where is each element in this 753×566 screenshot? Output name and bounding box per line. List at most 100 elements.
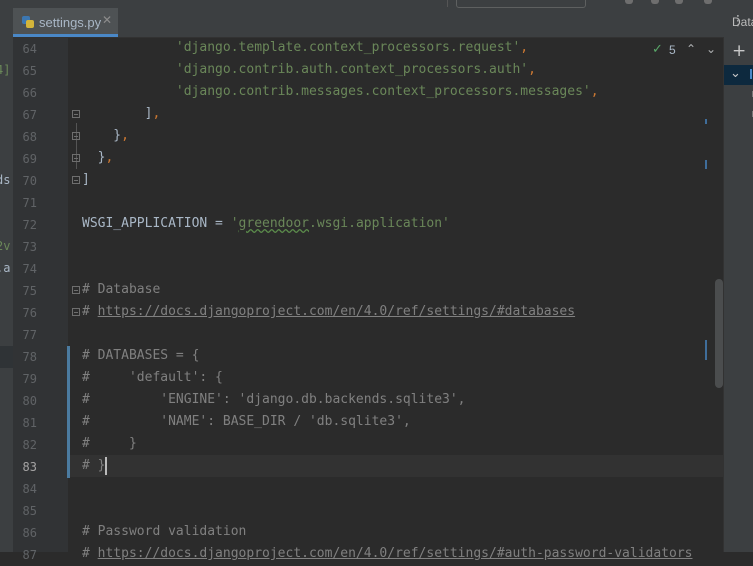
editor-tab-bar: settings.py ✕ xyxy=(13,8,723,38)
code-token: 'django.contrib.messages.context_process… xyxy=(175,84,591,99)
fold-icon[interactable] xyxy=(72,286,80,294)
code-line[interactable]: # } xyxy=(82,455,105,477)
line-number[interactable]: 67 xyxy=(13,104,37,126)
fold-icon[interactable] xyxy=(72,132,80,140)
code-token: ' xyxy=(230,216,239,231)
code-line[interactable]: }, xyxy=(82,125,129,147)
line-number[interactable]: 76 xyxy=(13,302,37,324)
code-line[interactable]: WSGI_APPLICATION = 'greendoor.wsgi.appli… xyxy=(82,213,450,235)
code-line[interactable]: # 'ENGINE': 'django.db.backends.sqlite3'… xyxy=(82,389,466,411)
code-token: # Password validation xyxy=(82,524,247,539)
add-icon[interactable]: + xyxy=(732,41,746,61)
toolbar-separator xyxy=(447,0,448,7)
line-number[interactable]: 65 xyxy=(13,60,37,82)
code-token: https://docs.djangoproject.com/en/4.0/re… xyxy=(97,546,693,561)
python-file-icon xyxy=(22,16,34,28)
line-number[interactable]: 74 xyxy=(13,258,37,280)
fold-icon[interactable] xyxy=(72,110,80,118)
line-number[interactable]: 81 xyxy=(13,412,37,434)
code-line[interactable]: # 'default': { xyxy=(82,367,223,389)
search-everywhere-icon[interactable] xyxy=(704,0,712,4)
code-line[interactable]: # DATABASES = { xyxy=(82,345,199,367)
fold-icon[interactable] xyxy=(72,154,80,162)
line-number[interactable]: 79 xyxy=(13,368,37,390)
code-token: } xyxy=(82,150,106,165)
code-token: # } xyxy=(82,436,137,451)
close-icon[interactable]: ✕ xyxy=(102,13,112,27)
code-token: , xyxy=(105,150,114,165)
code-line[interactable]: 'django.contrib.auth.context_processors.… xyxy=(82,59,536,81)
error-stripe-mark[interactable] xyxy=(705,119,707,124)
line-number[interactable]: 66 xyxy=(13,82,37,104)
line-number[interactable]: 86 xyxy=(13,522,37,544)
line-number[interactable]: 77 xyxy=(13,324,37,346)
code-token: # } xyxy=(82,458,106,473)
project-panel-edge: 4] ds 2v .a xyxy=(0,8,13,552)
code-token: # xyxy=(82,304,98,319)
code-token: # DATABASES = { xyxy=(82,348,200,363)
text-caret xyxy=(105,457,107,475)
stop-icon[interactable] xyxy=(675,0,683,4)
code-token: , xyxy=(121,128,129,143)
database-tree-row[interactable]: ⌄ xyxy=(724,65,753,85)
error-stripe-mark[interactable] xyxy=(705,160,707,169)
line-number[interactable]: 78 xyxy=(13,346,37,368)
selected-project-row[interactable] xyxy=(0,346,13,368)
run-configuration-dropdown[interactable] xyxy=(456,0,586,8)
line-number[interactable]: 71 xyxy=(13,192,37,214)
vcs-change-marker[interactable] xyxy=(67,346,70,478)
tab-label: settings.py xyxy=(39,15,102,30)
line-number[interactable]: 82 xyxy=(13,434,37,456)
line-number[interactable]: 69 xyxy=(13,148,37,170)
code-line[interactable]: # https://docs.djangoproject.com/en/4.0/… xyxy=(82,301,575,323)
line-number[interactable]: 83 xyxy=(13,456,37,478)
line-number[interactable]: 73 xyxy=(13,236,37,258)
line-number[interactable]: 75 xyxy=(13,280,37,302)
tab-settings-py[interactable]: settings.py ✕ xyxy=(13,8,118,37)
fold-icon[interactable] xyxy=(72,308,80,316)
code-token: # 'default': { xyxy=(82,370,223,385)
line-number[interactable]: 85 xyxy=(13,500,37,522)
code-line[interactable]: # 'NAME': BASE_DIR / 'db.sqlite3', xyxy=(82,411,411,433)
code-line[interactable]: ] xyxy=(82,169,90,191)
code-token: .wsgi.application' xyxy=(309,216,450,231)
code-token: , xyxy=(590,84,599,99)
code-line[interactable]: # } xyxy=(82,433,137,455)
fold-icon[interactable] xyxy=(72,176,80,184)
code-line[interactable]: }, xyxy=(82,147,114,169)
line-number[interactable]: 80 xyxy=(13,390,37,412)
code-token: , xyxy=(520,40,529,55)
code-token: https://docs.djangoproject.com/en/4.0/re… xyxy=(97,304,576,319)
code-token: # 'ENGINE': 'django.db.backends.sqlite3'… xyxy=(82,392,466,407)
code-line[interactable]: 'django.template.context_processors.requ… xyxy=(82,37,528,59)
code-token: ] xyxy=(82,172,90,187)
debug-icon[interactable] xyxy=(651,0,659,4)
run-icon[interactable] xyxy=(625,0,633,4)
code-token: ] xyxy=(82,106,153,121)
line-number[interactable]: 72 xyxy=(13,214,37,236)
code-line[interactable]: 'django.contrib.messages.context_process… xyxy=(82,81,599,103)
code-line[interactable]: ], xyxy=(82,103,161,125)
scrollbar-thumb[interactable] xyxy=(715,279,723,388)
code-token: 'django.contrib.auth.context_processors.… xyxy=(175,62,529,77)
vertical-scrollbar[interactable] xyxy=(705,38,723,552)
project-fragment: .a xyxy=(0,261,11,275)
line-number[interactable]: 70 xyxy=(13,170,37,192)
previous-highlight-icon[interactable]: ⌃ xyxy=(686,42,696,56)
line-number[interactable]: 68 xyxy=(13,126,37,148)
chevron-down-icon[interactable]: ⌄ xyxy=(730,66,741,81)
code-token: # Database xyxy=(82,282,161,297)
project-fragment: ds xyxy=(0,173,11,187)
inspection-count: 5 xyxy=(669,43,676,57)
code-line[interactable]: # https://docs.djangoproject.com/en/4.0/… xyxy=(82,543,692,565)
code-token: # 'NAME': BASE_DIR / 'db.sqlite3', xyxy=(82,414,411,429)
code-line[interactable]: # Database xyxy=(82,279,160,301)
code-token: greendoor xyxy=(238,216,309,231)
line-number[interactable]: 84 xyxy=(13,478,37,500)
line-number[interactable]: 64 xyxy=(13,38,37,60)
code-line[interactable]: # Password validation xyxy=(82,521,246,543)
error-stripe-mark[interactable] xyxy=(705,340,707,360)
line-number[interactable]: 87 xyxy=(13,544,37,566)
